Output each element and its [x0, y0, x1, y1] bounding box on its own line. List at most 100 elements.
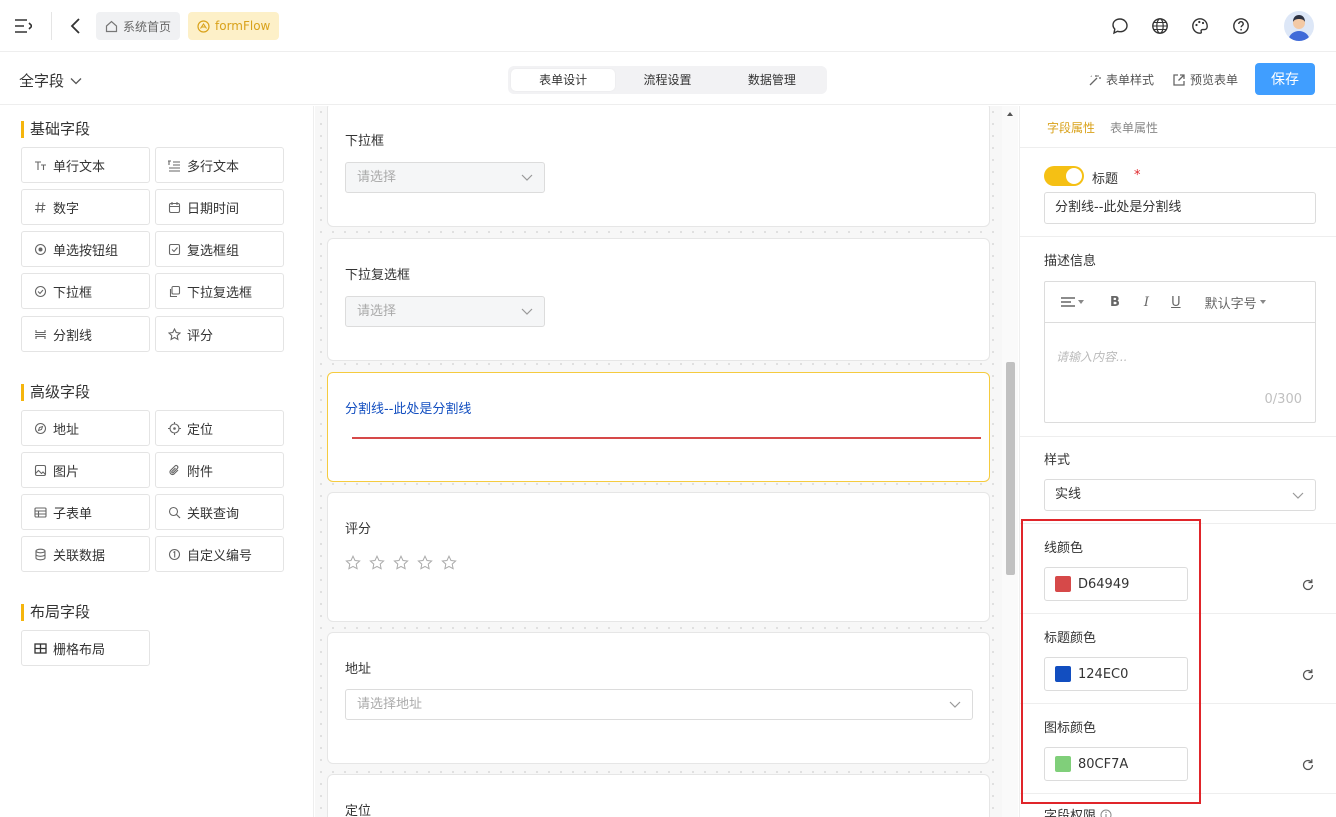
field-dropdown[interactable]: 下拉框: [21, 273, 150, 309]
field-permission-label: 字段权限: [1044, 809, 1097, 817]
field-datetime[interactable]: 日期时间: [155, 189, 284, 225]
tab-data-management[interactable]: 数据管理: [720, 69, 824, 91]
preview-form-label: 预览表单: [1190, 73, 1239, 87]
star-icon: [168, 327, 181, 341]
field-radio-group[interactable]: 单选按钮组: [21, 231, 150, 267]
image-icon: [34, 464, 47, 477]
field-multi-dropdown[interactable]: 下拉复选框: [155, 273, 284, 309]
form-style-button[interactable]: 表单样式: [1088, 71, 1154, 88]
field-label: 定位: [187, 422, 214, 438]
title-visible-toggle[interactable]: [1044, 166, 1084, 186]
field-number[interactable]: 数字: [21, 189, 150, 225]
copy-icon: [168, 285, 181, 298]
editor-placeholder: 请输入内容...: [1056, 350, 1128, 364]
globe-icon[interactable]: [1151, 17, 1169, 35]
editor-toolbar: B I U 默认字号: [1045, 282, 1315, 323]
form-item-address[interactable]: 地址 请选择地址: [327, 632, 990, 764]
form-item-multi-dropdown[interactable]: 下拉复选框 请选择: [327, 238, 990, 361]
align-menu-icon[interactable]: [1061, 296, 1084, 308]
reset-icon-color-icon[interactable]: [1301, 758, 1315, 772]
field-image[interactable]: 图片: [21, 452, 150, 488]
palette-icon[interactable]: [1191, 17, 1209, 35]
style-value: 实线: [1055, 487, 1082, 502]
search-icon: [168, 506, 181, 519]
form-item-dropdown[interactable]: 下拉框 请选择: [327, 106, 990, 227]
field-custom-number[interactable]: 自定义编号: [155, 536, 284, 572]
field-label: 附件: [187, 464, 214, 480]
divider-title: 分割线--此处是分割线: [345, 402, 472, 417]
formflow-tag[interactable]: formFlow: [188, 12, 280, 40]
field-attachment[interactable]: 附件: [155, 452, 284, 488]
star-icon[interactable]: [417, 555, 433, 571]
bold-button[interactable]: B: [1110, 295, 1120, 310]
divider: [1020, 236, 1336, 237]
avatar[interactable]: [1284, 11, 1314, 41]
save-button[interactable]: 保存: [1255, 63, 1315, 95]
top-bar: 系统首页 formFlow: [0, 0, 1336, 52]
description-label: 描述信息: [1044, 254, 1097, 269]
form-item-label: 评分: [345, 522, 372, 537]
field-related-data[interactable]: 关联数据: [21, 536, 150, 572]
magic-wand-icon: [1088, 73, 1102, 87]
message-icon[interactable]: [1111, 17, 1129, 35]
underline-button[interactable]: U: [1171, 295, 1181, 310]
field-rating[interactable]: 评分: [155, 316, 284, 352]
field-multi-line-text[interactable]: 多行文本: [155, 147, 284, 183]
field-palette: 基础字段 单行文本 多行文本 数字 日期时间 单选按钮组 复选框组 下拉框 下拉…: [0, 106, 314, 817]
form-item-divider[interactable]: 分割线--此处是分割线: [327, 372, 990, 482]
tab-form-properties[interactable]: 表单属性: [1110, 119, 1158, 136]
number-circle-icon: [168, 548, 181, 561]
required-mark: *: [1134, 168, 1141, 183]
divider: [1020, 436, 1336, 437]
star-icon[interactable]: [345, 555, 361, 571]
dropdown-select[interactable]: 请选择: [345, 162, 545, 193]
italic-button[interactable]: I: [1144, 295, 1149, 310]
field-location[interactable]: 定位: [155, 410, 284, 446]
check-circle-icon: [34, 285, 47, 298]
field-single-line-text[interactable]: 单行文本: [21, 147, 150, 183]
field-label: 自定义编号: [187, 548, 253, 564]
help-icon[interactable]: [1232, 17, 1250, 35]
form-item-rating[interactable]: 评分: [327, 492, 990, 622]
divider: [51, 12, 52, 40]
radio-icon: [34, 243, 47, 256]
form-item-location[interactable]: 定位: [327, 774, 990, 817]
chevron-down-icon: [521, 173, 533, 182]
menu-fold-icon[interactable]: [14, 17, 32, 35]
field-divider[interactable]: 分割线: [21, 316, 150, 352]
style-select[interactable]: 实线: [1044, 479, 1316, 511]
placeholder: 请选择: [357, 170, 397, 185]
star-icon[interactable]: [393, 555, 409, 571]
description-editor[interactable]: B I U 默认字号 请输入内容... 0/300: [1044, 281, 1316, 423]
star-icon[interactable]: [441, 555, 457, 571]
field-address[interactable]: 地址: [21, 410, 150, 446]
reset-line-color-icon[interactable]: [1301, 578, 1315, 592]
back-arrow-icon[interactable]: [68, 17, 84, 35]
multi-dropdown-select[interactable]: 请选择: [345, 296, 545, 327]
canvas-scrollbar[interactable]: [1002, 106, 1018, 817]
address-select[interactable]: 请选择地址: [345, 689, 973, 720]
field-label: 下拉复选框: [187, 285, 253, 301]
field-grid-layout[interactable]: 栅格布局: [21, 630, 150, 666]
compass-icon: [34, 422, 47, 435]
field-checkbox-group[interactable]: 复选框组: [155, 231, 284, 267]
scroll-thumb[interactable]: [1006, 362, 1015, 575]
form-canvas: 下拉框 请选择 下拉复选框 请选择 分割线--此处是分割线 评分 地址 请选择地…: [315, 106, 1002, 817]
title-input[interactable]: 分割线--此处是分割线: [1044, 192, 1316, 224]
reset-title-color-icon[interactable]: [1301, 668, 1315, 682]
scroll-up-arrow-icon[interactable]: [1006, 110, 1014, 118]
tab-flow-settings[interactable]: 流程设置: [615, 69, 719, 91]
tab-form-design[interactable]: 表单设计: [511, 69, 616, 91]
rating-stars[interactable]: [345, 555, 457, 571]
field-subform[interactable]: 子表单: [21, 494, 150, 530]
text-size-icon: [34, 159, 47, 172]
divider: [1020, 147, 1336, 148]
star-icon[interactable]: [369, 555, 385, 571]
preview-form-button[interactable]: 预览表单: [1172, 71, 1238, 88]
font-size-dropdown[interactable]: 默认字号: [1205, 293, 1266, 312]
info-icon[interactable]: [1100, 809, 1112, 817]
field-related-query[interactable]: 关联查询: [155, 494, 284, 530]
home-tag[interactable]: 系统首页: [96, 12, 181, 40]
tab-field-properties[interactable]: 字段属性: [1047, 119, 1095, 136]
field-filter-select[interactable]: 全字段: [19, 70, 82, 91]
